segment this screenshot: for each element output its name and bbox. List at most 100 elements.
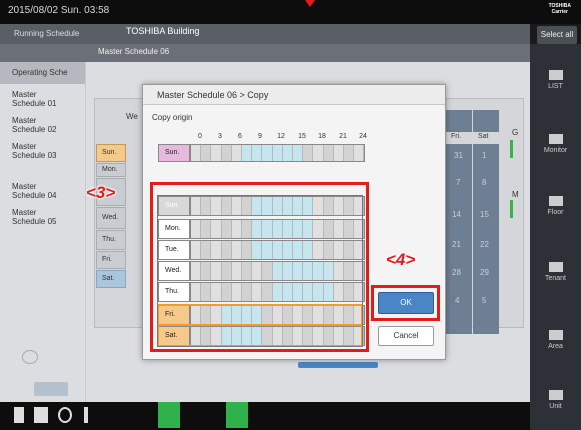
time-tick: 0	[198, 133, 202, 140]
floor-button[interactable]: Floor	[530, 196, 581, 216]
week-label: We	[126, 112, 138, 121]
unit-icon	[548, 390, 563, 400]
running-schedule-label: Running Schedule	[14, 29, 80, 38]
tenant-icon	[548, 262, 563, 272]
time-slot[interactable]	[344, 145, 355, 161]
area-button[interactable]: Area	[530, 330, 581, 350]
bg-date: 28	[452, 268, 461, 277]
ok-button[interactable]: OK	[378, 292, 434, 314]
bg-day-thu: Thu.	[96, 230, 126, 250]
area-icon	[548, 330, 563, 340]
list-icon	[548, 70, 563, 80]
time-tick: 15	[298, 133, 306, 140]
floor-icon	[548, 196, 563, 206]
sidebar-item-schedule-02[interactable]: Master Schedule 02	[12, 116, 56, 134]
time-slot[interactable]	[231, 145, 242, 161]
time-slot[interactable]	[282, 145, 293, 161]
sidebar-item-schedule-04[interactable]: Master Schedule 04	[12, 182, 56, 200]
background-window-title: Master Schedule 06	[98, 47, 170, 56]
bg-sat-column	[473, 144, 499, 334]
time-tick: 18	[318, 133, 326, 140]
time-tick: 12	[277, 133, 285, 140]
datetime: 2015/08/02 Sun. 03:58	[8, 5, 110, 16]
bg-date: 14	[452, 210, 461, 219]
time-slot[interactable]	[211, 145, 222, 161]
bg-status-bar	[510, 200, 513, 218]
sub-header: Running Schedule TOSHIBA Building	[0, 24, 530, 44]
time-slot[interactable]	[323, 145, 334, 161]
time-slot[interactable]	[201, 145, 212, 161]
time-tick: 21	[339, 133, 347, 140]
bg-m-label: M	[512, 190, 519, 199]
sidebar-item-schedule-01[interactable]: Master Schedule 01	[12, 90, 56, 108]
monitor-button[interactable]: Monitor	[530, 134, 581, 154]
monitor-icon	[548, 134, 563, 144]
alert-icon[interactable]	[84, 407, 88, 423]
bg-date: 22	[480, 240, 489, 249]
bg-day-sun: Sun.	[96, 144, 126, 162]
bg-date: 5	[482, 296, 487, 305]
bg-date: 29	[480, 268, 489, 277]
bg-day-sat: Sat.	[96, 270, 126, 288]
bg-date: 15	[480, 210, 489, 219]
time-slot[interactable]	[293, 145, 304, 161]
background-button[interactable]	[34, 382, 68, 396]
bg-date: 1	[482, 151, 487, 160]
book-icon[interactable]	[34, 407, 48, 423]
building-icon[interactable]	[226, 402, 248, 428]
bg-date: 21	[452, 240, 461, 249]
annotation-label-4: <4>	[386, 250, 416, 269]
bg-sat-header: Sat	[478, 133, 489, 140]
bg-fri-top	[446, 110, 472, 132]
time-slot[interactable]	[272, 145, 283, 161]
time-slot[interactable]	[354, 145, 365, 161]
time-slot[interactable]	[333, 145, 344, 161]
sidebar-item-schedule-03[interactable]: Master Schedule 03	[12, 142, 56, 160]
dialog-title: Master Schedule 06 > Copy	[143, 85, 445, 105]
status-bar: 2015/08/02 Sun. 03:58 TOSHIBA Carrier	[0, 0, 581, 24]
time-slot[interactable]	[191, 145, 202, 161]
brand-logo: TOSHIBA Carrier	[548, 3, 571, 15]
pointer-arrow-icon	[305, 0, 315, 7]
bg-fri-header: Fri.	[451, 133, 462, 140]
time-slot[interactable]	[313, 145, 324, 161]
time-tick: 9	[258, 133, 262, 140]
sidebar-item-schedule-05[interactable]: Master Schedule 05	[12, 208, 56, 226]
list-button[interactable]: LIST	[530, 70, 581, 90]
annotation-label-3: <3>	[86, 183, 116, 202]
time-slot[interactable]	[303, 145, 314, 161]
background-button[interactable]	[298, 362, 378, 368]
unit-button[interactable]: Unit	[530, 390, 581, 410]
operating-schedule-tab[interactable]: Operating Sche	[0, 62, 85, 84]
settings-icon[interactable]	[22, 350, 38, 364]
time-slot[interactable]	[252, 145, 263, 161]
time-slot[interactable]	[262, 145, 273, 161]
cancel-button[interactable]: Cancel	[378, 326, 434, 346]
right-menu	[530, 44, 581, 430]
bg-date: 8	[482, 178, 487, 187]
restaurant-icon[interactable]	[158, 402, 180, 428]
bg-day-fri: Fri.	[96, 251, 126, 269]
building-name: TOSHIBA Building	[126, 26, 200, 36]
annotation-box-3	[150, 182, 369, 352]
time-tick: 3	[218, 133, 222, 140]
select-all-button[interactable]: Select all	[537, 26, 577, 44]
bg-date: 7	[456, 178, 461, 187]
bg-g-label: G	[512, 128, 519, 137]
bg-sat-top	[473, 110, 499, 132]
bg-day-mon: Mon.	[96, 163, 126, 177]
time-slot[interactable]	[221, 145, 232, 161]
bg-date: 4	[455, 296, 460, 305]
origin-day-label[interactable]: Sun.	[158, 144, 190, 162]
time-tick: 6	[238, 133, 242, 140]
background-window-titlebar: Master Schedule 06	[0, 44, 530, 62]
circle-icon[interactable]	[58, 407, 72, 423]
time-slot[interactable]	[242, 145, 253, 161]
time-tick: 24	[359, 133, 367, 140]
bg-day-wed: Wed.	[96, 207, 126, 229]
tenant-button[interactable]: Tenant	[530, 262, 581, 282]
hand-icon[interactable]	[14, 407, 24, 423]
bg-fri-column	[446, 144, 472, 334]
origin-slots[interactable]	[190, 144, 366, 162]
bg-date: 31	[454, 151, 463, 160]
